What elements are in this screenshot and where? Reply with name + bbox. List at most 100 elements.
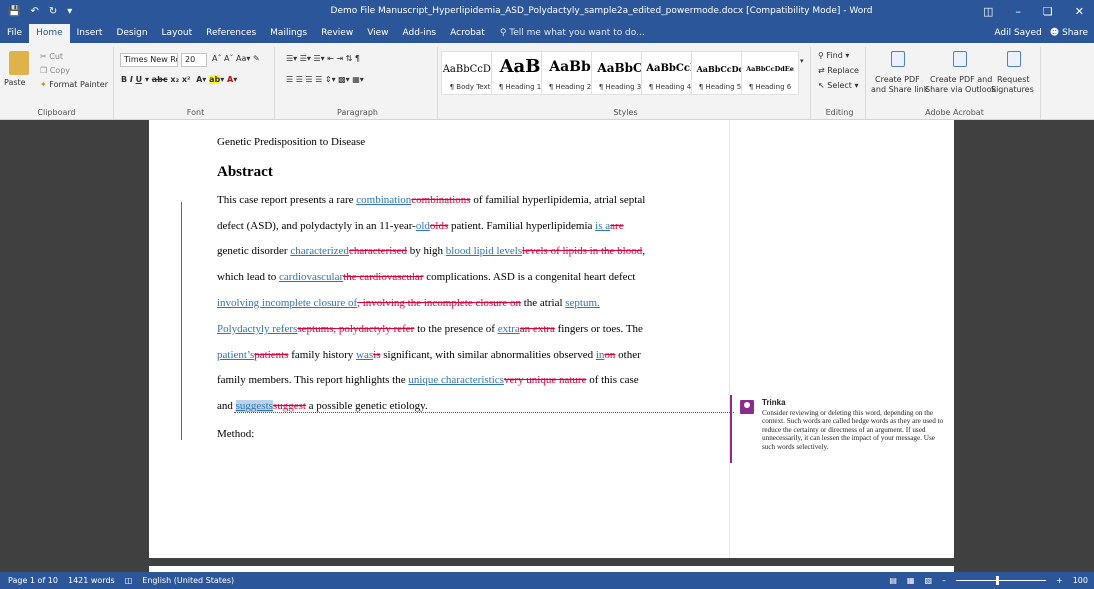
find-button[interactable]: ⚲ Find ▾ bbox=[818, 51, 849, 60]
ribbon-display-options-icon[interactable]: ◫ bbox=[983, 5, 993, 18]
tell-me-search[interactable]: ⚲ Tell me what you want to do... bbox=[492, 28, 653, 43]
deleted-text[interactable]: , involving the incomplete closure on bbox=[357, 297, 521, 309]
tracked-changes-paragraph[interactable]: This case report presents a rare combina… bbox=[217, 188, 677, 420]
paste-button[interactable]: Paste bbox=[4, 78, 26, 87]
list-icons[interactable]: ☰▾ ☰▾ ☰▾ ⇤ ⇥ ⇅ ¶ bbox=[286, 54, 360, 63]
paragraph-line[interactable]: family members. This report highlights t… bbox=[217, 368, 677, 394]
inserted-text[interactable]: was bbox=[356, 349, 373, 361]
user-name[interactable]: Adil Sayed bbox=[994, 28, 1041, 38]
inserted-text[interactable]: unique characteristics bbox=[408, 374, 504, 386]
zoom-level[interactable]: 100 bbox=[1073, 576, 1088, 585]
alignment-icons[interactable]: ☰ ☰ ☰ ☰ ⇕▾ ▩▾ ▦▾ bbox=[286, 75, 364, 84]
tab-references[interactable]: References bbox=[199, 28, 263, 43]
proofing-icon[interactable]: ◫ bbox=[125, 576, 133, 585]
replace-button[interactable]: ⇄ Replace bbox=[818, 66, 859, 75]
tab-design[interactable]: Design bbox=[109, 28, 154, 43]
editing-label: Editing bbox=[825, 108, 854, 117]
deleted-text[interactable]: on bbox=[604, 349, 615, 361]
cut-button[interactable]: ✂ Cut bbox=[40, 52, 63, 61]
paragraph-line[interactable]: Polydactyly refersseptums, polydactyly r… bbox=[217, 317, 677, 343]
trinka-comment[interactable]: Trinka Consider reviewing or deleting th… bbox=[730, 395, 950, 463]
minimize-icon[interactable]: – bbox=[1015, 5, 1021, 18]
print-layout-icon[interactable]: ▦ bbox=[907, 576, 915, 585]
web-layout-icon[interactable]: ▧ bbox=[924, 576, 932, 585]
font-name-select[interactable]: Times New Ro bbox=[120, 53, 178, 67]
tab-view[interactable]: View bbox=[360, 28, 395, 43]
paragraph-line[interactable]: which lead to cardiovascularthe cardiova… bbox=[217, 265, 677, 291]
inserted-text[interactable]: extra bbox=[498, 323, 520, 335]
restore-icon[interactable]: ❏ bbox=[1043, 5, 1053, 18]
document-body[interactable]: Genetic Predisposition to Disease Abstra… bbox=[217, 130, 677, 448]
undo-icon[interactable]: ↶ bbox=[30, 6, 38, 17]
deleted-text[interactable]: patients bbox=[254, 349, 288, 361]
word-count[interactable]: 1421 words bbox=[68, 576, 115, 585]
style-heading-6[interactable]: AaBbCcDdEe ¶ Heading 6 bbox=[741, 51, 799, 95]
document-page[interactable]: Genetic Predisposition to Disease Abstra… bbox=[149, 120, 729, 558]
deleted-text[interactable]: combinations bbox=[411, 194, 470, 206]
create-pdf-button[interactable]: Create PDF bbox=[875, 75, 920, 84]
highlighted-insertion[interactable]: suggests bbox=[235, 400, 273, 413]
font-size-select[interactable]: 20 bbox=[181, 53, 207, 67]
deleted-text[interactable]: are bbox=[610, 220, 623, 232]
inserted-text[interactable]: is a bbox=[595, 220, 610, 232]
zoom-out-icon[interactable]: – bbox=[942, 576, 946, 585]
tab-mailings[interactable]: Mailings bbox=[263, 28, 314, 43]
deleted-text[interactable]: levels of lipids in the blood bbox=[522, 245, 642, 257]
close-icon[interactable]: ✕ bbox=[1075, 5, 1084, 18]
tab-acrobat[interactable]: Acrobat bbox=[443, 28, 492, 43]
deleted-text[interactable]: very unique nature bbox=[504, 374, 586, 386]
save-icon[interactable]: 💾 bbox=[8, 6, 20, 17]
font-format-icons[interactable]: B I U ▾ abc x₂ x² A▾ ab▾ A▾ bbox=[121, 75, 237, 84]
deleted-text[interactable]: an extra bbox=[520, 323, 555, 335]
create-pdf-and-button[interactable]: Create PDF and bbox=[930, 75, 992, 84]
styles-more-icon[interactable]: ▾ bbox=[800, 57, 804, 65]
inserted-text[interactable]: cardiovascular bbox=[279, 271, 343, 283]
tab-review[interactable]: Review bbox=[314, 28, 360, 43]
customize-qat-icon[interactable]: ▾ bbox=[67, 6, 72, 17]
deleted-text[interactable]: olds bbox=[430, 220, 448, 232]
inserted-text[interactable]: involving incomplete closure of bbox=[217, 297, 357, 309]
share-button[interactable]: ☻ Share bbox=[1050, 28, 1088, 38]
create-pdf-outlook-icon[interactable] bbox=[953, 51, 967, 67]
page-count[interactable]: Page 1 of 10 bbox=[8, 576, 58, 585]
paragraph-line[interactable]: patient’spatients family history wasis s… bbox=[217, 343, 677, 369]
create-pdf-icon[interactable] bbox=[891, 51, 905, 67]
deleted-text[interactable]: the cardiovascular bbox=[343, 271, 423, 283]
inserted-text[interactable]: characterized bbox=[290, 245, 349, 257]
inserted-text[interactable]: old bbox=[416, 220, 430, 232]
zoom-slider-thumb[interactable] bbox=[996, 576, 1000, 585]
format-painter-button[interactable]: ✦ Format Painter bbox=[40, 80, 108, 89]
paragraph-line[interactable]: and suggestssuggest a possible genetic e… bbox=[217, 394, 677, 420]
zoom-in-icon[interactable]: + bbox=[1056, 576, 1063, 585]
read-mode-icon[interactable]: ▤ bbox=[889, 576, 897, 585]
inserted-text[interactable]: combination bbox=[356, 194, 411, 206]
tab-add-ins[interactable]: Add-ins bbox=[396, 28, 444, 43]
inserted-text[interactable]: Polydactyly refers bbox=[217, 323, 297, 335]
copy-button[interactable]: ❐ Copy bbox=[40, 66, 70, 75]
select-button[interactable]: ↖ Select ▾ bbox=[818, 81, 859, 90]
deleted-text[interactable]: suggest bbox=[273, 400, 306, 412]
request-button[interactable]: Request bbox=[997, 75, 1030, 84]
deleted-text[interactable]: septums, polydactyly refer bbox=[297, 323, 414, 335]
document-canvas[interactable]: Genetic Predisposition to Disease Abstra… bbox=[0, 120, 1094, 572]
group-adobe-acrobat: Create PDF and Share link Create PDF and… bbox=[869, 47, 1041, 119]
tab-home[interactable]: Home bbox=[29, 24, 70, 43]
zoom-slider[interactable] bbox=[956, 576, 1047, 585]
paragraph-line[interactable]: defect (ASD), and polydactyly in an 11-y… bbox=[217, 214, 677, 240]
font-grow-shrink-icons[interactable]: Aˆ Aˇ Aa▾ ✎ bbox=[212, 54, 260, 63]
language[interactable]: English (United States) bbox=[142, 576, 234, 585]
tab-file[interactable]: File bbox=[0, 28, 29, 43]
inserted-text[interactable]: blood lipid levels bbox=[446, 245, 522, 257]
tab-layout[interactable]: Layout bbox=[155, 28, 200, 43]
paste-icon[interactable] bbox=[9, 51, 29, 75]
tab-insert[interactable]: Insert bbox=[70, 28, 110, 43]
paragraph-line[interactable]: involving incomplete closure of, involvi… bbox=[217, 291, 677, 317]
inserted-text[interactable]: patient’s bbox=[217, 349, 254, 361]
paragraph-line[interactable]: This case report presents a rare combina… bbox=[217, 188, 677, 214]
text-run: of this case bbox=[586, 374, 639, 387]
paragraph-line[interactable]: genetic disorder characterizedcharacteri… bbox=[217, 239, 677, 265]
request-signatures-icon[interactable] bbox=[1007, 51, 1021, 67]
inserted-text[interactable]: septum. bbox=[565, 297, 600, 309]
deleted-text[interactable]: characterised bbox=[349, 245, 407, 257]
redo-icon[interactable]: ↻ bbox=[49, 6, 57, 17]
